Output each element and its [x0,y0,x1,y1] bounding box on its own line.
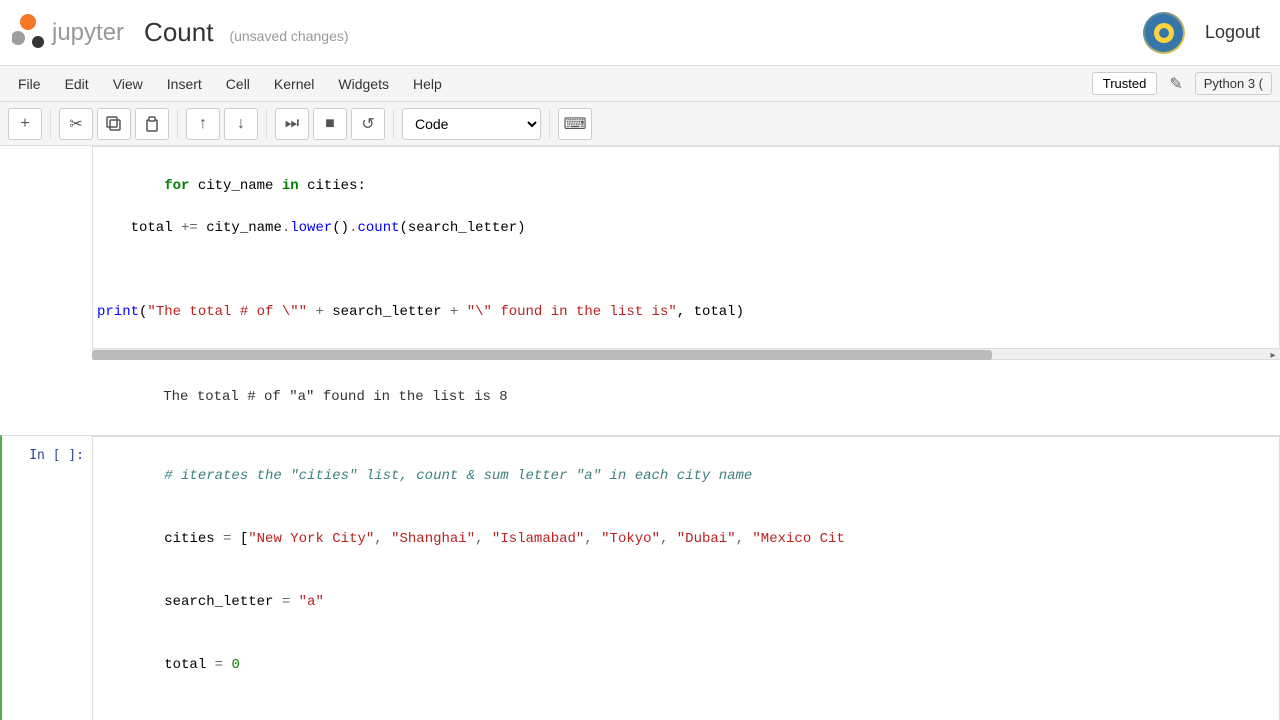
active-cell-code[interactable]: # iterates the "cities" list, count & su… [92,436,1280,720]
code-indent: total [97,220,181,236]
bracket-close: ) [736,304,744,320]
jupyter-rings [12,14,44,52]
op-comma4: , [660,531,677,547]
jupyter-text: jupyter [52,19,124,47]
var-total: total [164,657,214,673]
str-nyc: "New York City" [248,531,374,547]
edit-pencil-button[interactable]: ✎ [1163,72,1188,96]
keyword-in: in [282,178,299,194]
trusted-button[interactable]: Trusted [1092,72,1158,95]
prev-cell-code[interactable]: for city_name in cities: total += city_n… [92,146,1280,348]
scroll-thumb[interactable] [92,350,992,360]
op-dot: . [282,220,290,236]
jupyter-icon [12,14,44,52]
cell-type-select[interactable]: Code Markdown Raw NBConvert Heading [402,108,541,140]
var-total-print: , total [677,304,736,320]
prev-cell-content[interactable]: for city_name in cities: total += city_n… [92,146,1280,435]
func-count: count [357,220,399,236]
logout-button[interactable]: Logout [1197,18,1268,47]
op-eq2: = [282,594,290,610]
str-islamabad: "Islamabad" [492,531,584,547]
menu-right: Trusted ✎ Python 3 ( [1092,72,1272,96]
separator-3 [266,110,267,138]
separator-5 [549,110,550,138]
menu-help[interactable]: Help [403,72,452,96]
num-zero: 0 [223,657,240,673]
move-down-button[interactable]: ↓ [224,108,258,140]
str-tokyo: "Tokyo" [601,531,660,547]
jupyter-logo: jupyter [12,14,124,52]
prompt-text: In [ ]: [29,448,84,463]
menu-view[interactable]: View [103,72,153,96]
func-lower: lower [290,220,332,236]
menu-kernel[interactable]: Kernel [264,72,324,96]
op-comma2: , [475,531,492,547]
code-cityname: city_name [198,220,282,236]
bracket-1: () [332,220,349,236]
str-shanghai: "Shanghai" [391,531,475,547]
python-logo [1143,12,1185,54]
topbar-right: Logout [1143,12,1268,54]
str-dubai: "Dubai" [677,531,736,547]
run-next-button[interactable]: ⏭ [275,108,309,140]
code-text-2: cities: [299,178,366,194]
prev-cell-output: The total # of "a" found in the list is … [92,360,1280,435]
paste-button[interactable] [135,108,169,140]
prev-cell-prompt [2,146,92,435]
op-eq3: = [215,657,223,673]
code-text: city_name [189,178,281,194]
scroll-right-arrow[interactable]: ▸ [1266,349,1280,361]
menu-insert[interactable]: Insert [157,72,212,96]
toolbar: + ✂ ↑ ↓ ⏭ ■ ↺ Code Markdown Raw NBConver… [0,102,1280,146]
var-search-letter: search_letter [164,594,282,610]
var-search: search_letter [332,304,441,320]
op-plus1: + [307,304,332,320]
kernel-label: Python 3 ( [1195,72,1272,95]
keyword-for: for [164,178,189,194]
separator-4 [393,110,394,138]
restart-button[interactable]: ↺ [351,108,385,140]
interrupt-button[interactable]: ■ [313,108,347,140]
str-a: "a" [290,594,324,610]
output-text: The total # of "a" found in the list is … [163,389,507,405]
separator-1 [50,110,51,138]
comment-iterates: # iterates the "cities" list, count & su… [164,468,752,484]
str-mexico: "Mexico Cit [752,531,844,547]
cut-button[interactable]: ✂ [59,108,93,140]
menubar: File Edit View Insert Cell Kernel Widget… [0,66,1280,102]
copy-button[interactable] [97,108,131,140]
str-found: "\" found in the list is" [467,304,677,320]
unsaved-label: (unsaved changes) [229,28,348,44]
active-cell-prompt: In [ ]: [2,436,92,720]
previous-cell: for city_name in cities: total += city_n… [0,146,1280,435]
keyboard-shortcuts-button[interactable]: ⌨ [558,108,592,140]
bracket-2: (search_letter) [400,220,526,236]
menu-widgets[interactable]: Widgets [328,72,399,96]
notebook-area: for city_name in cities: total += city_n… [0,146,1280,720]
active-cell-content[interactable]: # iterates the "cities" list, count & su… [92,436,1280,720]
var-cities: cities [164,531,223,547]
menu-cell[interactable]: Cell [216,72,260,96]
op-comma3: , [584,531,601,547]
topbar: jupyter Count (unsaved changes) Logout [0,0,1280,66]
menu-edit[interactable]: Edit [55,72,99,96]
bracket-list: [ [231,531,248,547]
op-pluseq: += [181,220,198,236]
op-comma1: , [374,531,391,547]
menu-file[interactable]: File [8,72,51,96]
op-plus2: + [442,304,467,320]
notebook-title: Count [144,17,213,48]
separator-2 [177,110,178,138]
prev-cell-scrollbar[interactable]: ◂ ▸ [92,348,1280,360]
add-cell-button[interactable]: + [8,108,42,140]
active-cell[interactable]: In [ ]: # iterates the "cities" list, co… [0,435,1280,720]
str-the-total: "The total # of \"" [147,304,307,320]
move-up-button[interactable]: ↑ [186,108,220,140]
func-print: print [97,304,139,320]
op-comma5: , [736,531,753,547]
